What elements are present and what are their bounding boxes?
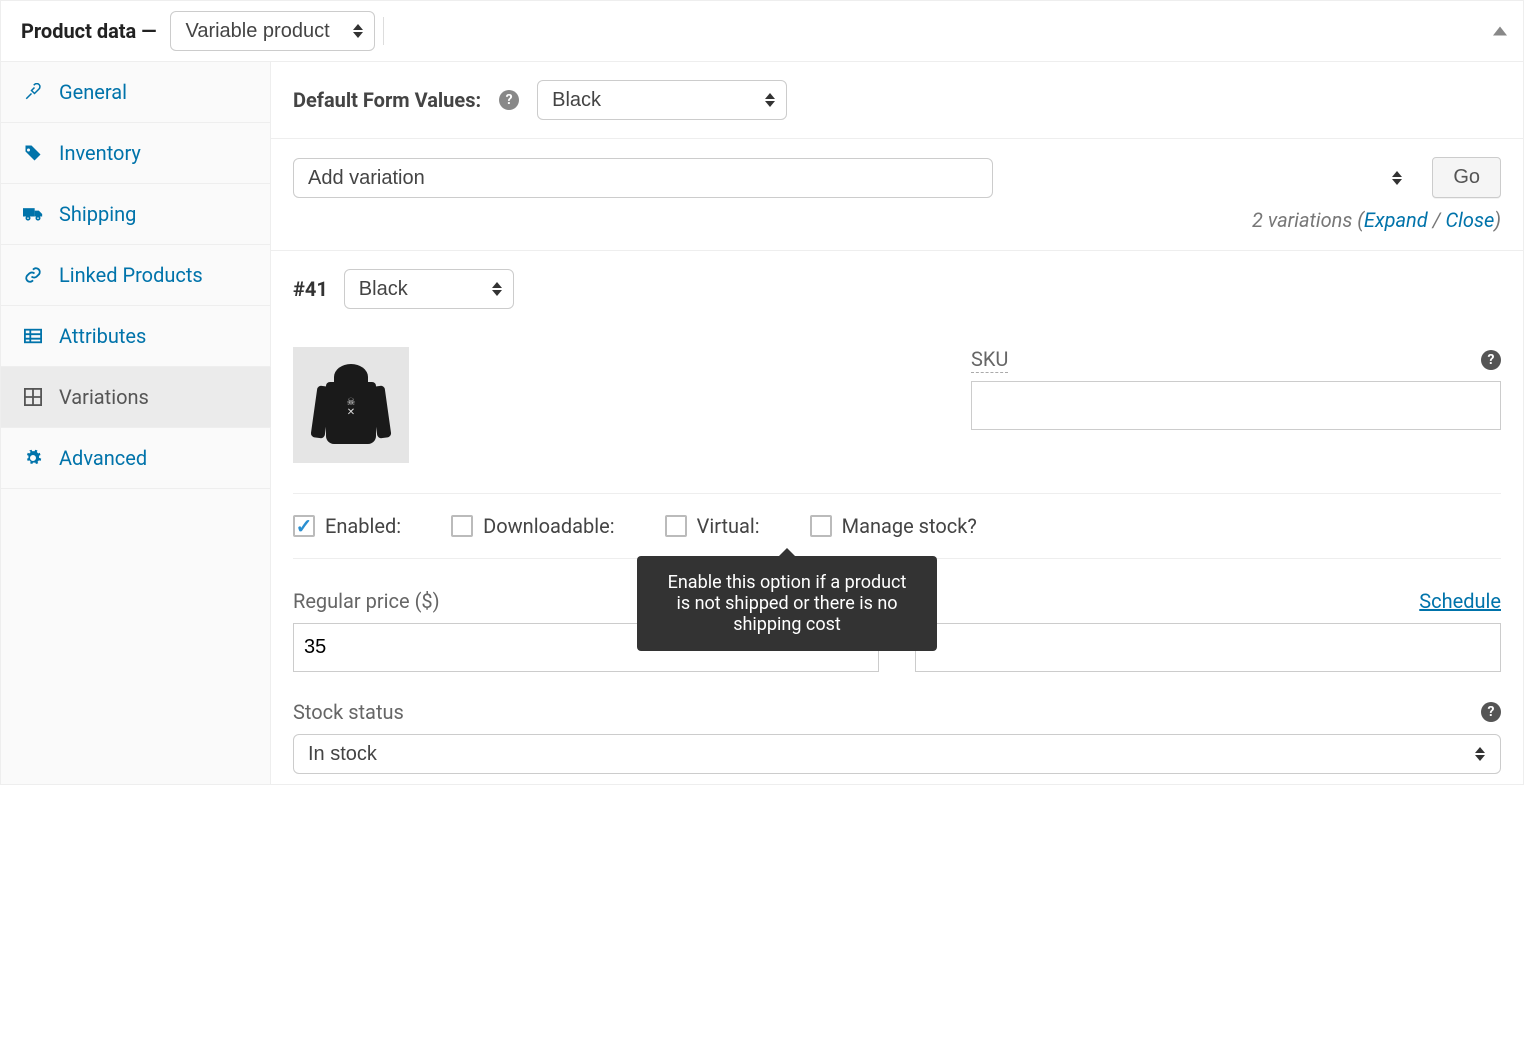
product-data-tabs: General Inventory Shipping Linked Produc… xyxy=(1,62,271,784)
expand-link[interactable]: Expand xyxy=(1364,208,1428,232)
default-attribute-select[interactable]: Black xyxy=(537,80,787,120)
variations-count: 2 variations xyxy=(1252,208,1352,232)
tab-label: Attributes xyxy=(59,324,146,348)
tab-linked-products[interactable]: Linked Products xyxy=(1,245,270,306)
tab-variations[interactable]: Variations xyxy=(1,367,270,428)
tab-label: Shipping xyxy=(59,202,136,226)
product-thumbnail: ☠✕ xyxy=(316,360,386,450)
collapse-panel-icon[interactable] xyxy=(1493,27,1507,36)
variation-action-row: Add variation Go xyxy=(271,139,1523,202)
default-form-values-row: Default Form Values: ? Black xyxy=(271,62,1523,139)
tab-label: Linked Products xyxy=(59,263,203,287)
chevron-updown-icon xyxy=(1392,171,1402,185)
tab-label: Advanced xyxy=(59,446,147,470)
checkbox-label: Enabled: xyxy=(325,514,401,538)
tab-label: Variations xyxy=(59,385,149,409)
help-icon[interactable]: ? xyxy=(1481,702,1501,722)
sku-input[interactable] xyxy=(971,381,1501,430)
checkbox-icon xyxy=(810,515,832,537)
schedule-link[interactable]: Schedule xyxy=(1419,589,1501,613)
tab-general[interactable]: General xyxy=(1,62,270,123)
variations-meta-row: 2 variations (Expand / Close) xyxy=(271,202,1523,251)
tab-label: General xyxy=(59,80,127,104)
help-icon[interactable]: ? xyxy=(1481,350,1501,370)
checkbox-icon xyxy=(451,515,473,537)
variation-image-upload[interactable]: ☠✕ xyxy=(293,347,409,463)
grid-icon xyxy=(21,385,45,409)
panel-title: Product data — xyxy=(21,19,156,43)
list-icon xyxy=(21,324,45,348)
checkbox-icon xyxy=(665,515,687,537)
checkbox-label: Manage stock? xyxy=(842,514,977,538)
stock-status-label: Stock status xyxy=(293,700,404,724)
manage-stock-checkbox[interactable]: Manage stock? xyxy=(810,514,977,538)
virtual-checkbox[interactable]: Virtual: xyxy=(665,514,760,538)
variation-options-row: Enabled: Downloadable: Virtual: Manage s… xyxy=(293,493,1501,559)
stock-status-select[interactable]: In stock xyxy=(293,734,1501,774)
variation-id: #41 xyxy=(293,277,328,301)
variation-header[interactable]: #41 Black xyxy=(271,251,1523,327)
checkbox-label: Downloadable: xyxy=(483,514,614,538)
tab-advanced[interactable]: Advanced xyxy=(1,428,270,489)
separator xyxy=(383,17,384,45)
link-icon xyxy=(21,263,45,287)
panel-header: Product data — Variable product xyxy=(1,1,1523,62)
tab-attributes[interactable]: Attributes xyxy=(1,306,270,367)
tag-icon xyxy=(21,141,45,165)
variation-attribute-select[interactable]: Black xyxy=(344,269,514,309)
tab-inventory[interactable]: Inventory xyxy=(1,123,270,184)
default-form-values-label: Default Form Values: xyxy=(293,88,481,112)
close-link[interactable]: Close xyxy=(1446,208,1495,232)
sku-label: SKU xyxy=(971,347,1008,373)
go-button[interactable]: Go xyxy=(1432,157,1501,198)
product-type-select[interactable]: Variable product xyxy=(170,11,375,51)
downloadable-checkbox[interactable]: Downloadable: xyxy=(451,514,614,538)
checkbox-label: Virtual: xyxy=(697,514,760,538)
sale-price-input[interactable] xyxy=(915,623,1501,672)
wrench-icon xyxy=(21,80,45,104)
checkbox-icon xyxy=(293,515,315,537)
variation-action-select[interactable]: Add variation xyxy=(293,158,993,198)
truck-icon xyxy=(21,202,45,226)
tab-shipping[interactable]: Shipping xyxy=(1,184,270,245)
tab-label: Inventory xyxy=(59,141,141,165)
enabled-checkbox[interactable]: Enabled: xyxy=(293,514,401,538)
help-icon[interactable]: ? xyxy=(499,90,519,110)
gear-icon xyxy=(21,446,45,470)
virtual-tooltip: Enable this option if a product is not s… xyxy=(637,556,937,651)
